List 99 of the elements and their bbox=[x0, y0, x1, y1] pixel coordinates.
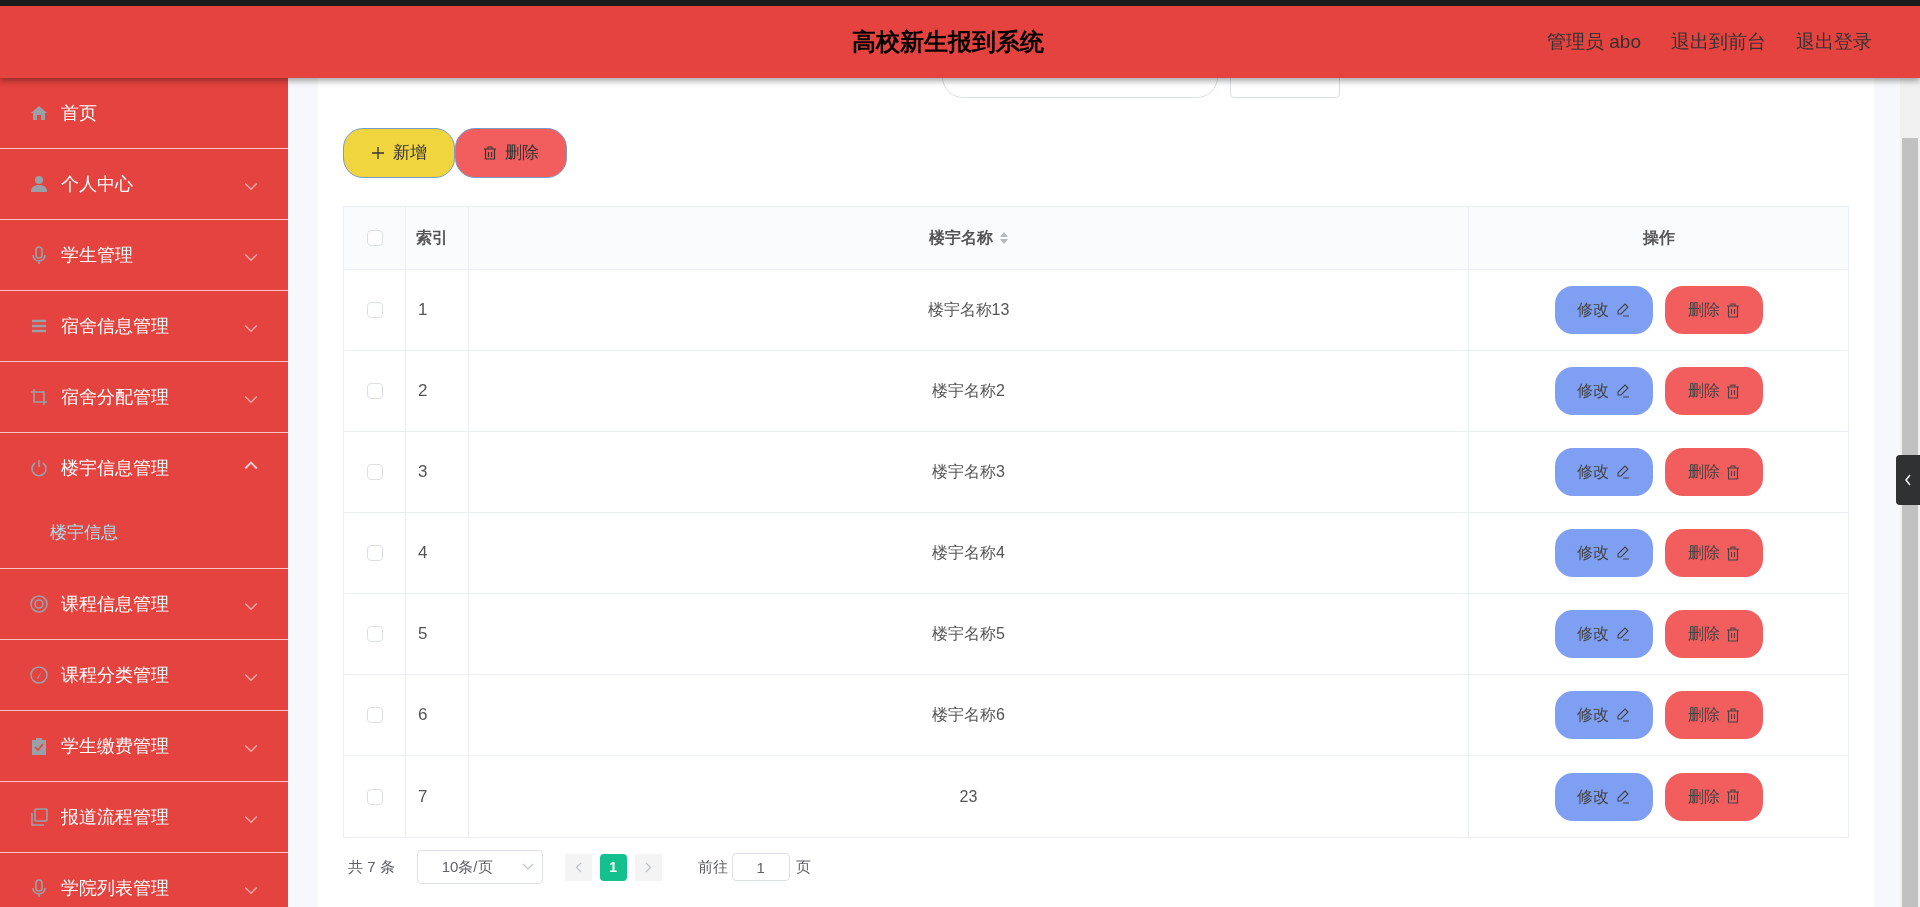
plus-icon bbox=[371, 146, 385, 160]
trash-icon bbox=[1725, 707, 1740, 723]
prev-page-button[interactable] bbox=[564, 853, 592, 881]
header-link[interactable]: 退出登录 bbox=[1796, 27, 1872, 57]
menu-item[interactable]: 宿舍信息管理 bbox=[0, 291, 288, 361]
table-cell-text: 7 bbox=[418, 785, 428, 808]
table-cell-text: 6 bbox=[418, 704, 428, 727]
table-cell-text: 2 bbox=[418, 380, 428, 403]
total-count: 共 7 条 bbox=[347, 856, 395, 877]
page-button[interactable]: 1 bbox=[599, 853, 627, 881]
menu-item[interactable]: 学生缴费管理 bbox=[0, 711, 288, 781]
menu-item[interactable]: 楼宇信息管理 bbox=[0, 433, 288, 503]
menu-item[interactable]: 课程分类管理 bbox=[0, 640, 288, 710]
table-cell-text: 楼宇名称13 bbox=[927, 300, 1010, 320]
header-link[interactable]: 管理员 abo bbox=[1547, 27, 1641, 57]
table-cell-text: 楼宇名称6 bbox=[932, 705, 1005, 725]
trash-icon bbox=[483, 146, 497, 160]
delete-button[interactable]: 删除 bbox=[1664, 772, 1763, 821]
delete-button[interactable]: 删除 bbox=[1664, 286, 1763, 334]
pencil-icon bbox=[1614, 788, 1631, 805]
trash-icon bbox=[1725, 545, 1740, 561]
edit-button[interactable]: 修改 bbox=[1554, 691, 1653, 739]
trash-icon bbox=[1725, 383, 1740, 399]
menu-item[interactable]: 课程信息管理 bbox=[0, 569, 288, 639]
delete-button[interactable]: 删除 bbox=[1664, 691, 1763, 739]
page-input[interactable]: 1 bbox=[731, 853, 790, 881]
table-cell-text: 3 bbox=[418, 461, 428, 484]
trash-icon bbox=[1725, 789, 1740, 804]
add-button[interactable]: 新增 bbox=[343, 128, 455, 178]
edit-button[interactable]: 修改 bbox=[1554, 529, 1653, 577]
scrollbar-thumb[interactable] bbox=[1902, 138, 1918, 907]
menu-item[interactable]: 个人中心 bbox=[0, 149, 288, 219]
trash-icon bbox=[1725, 302, 1740, 318]
page-size-select[interactable]: 10条/页 bbox=[416, 850, 543, 884]
home-icon bbox=[30, 104, 48, 122]
collapse-tab[interactable] bbox=[1896, 455, 1920, 505]
table-cell-text: 楼宇名称2 bbox=[932, 381, 1005, 401]
microphone-icon bbox=[30, 879, 48, 897]
checkbox[interactable] bbox=[366, 230, 383, 246]
chevron-down-icon bbox=[521, 863, 534, 871]
column-header[interactable]: 楼宇名称 bbox=[928, 226, 993, 250]
table-cell-text: 楼宇名称4 bbox=[932, 543, 1005, 563]
table-cell-text: 4 bbox=[418, 542, 428, 565]
delete-button[interactable]: 删除 bbox=[455, 128, 567, 178]
menu-item[interactable]: 学生管理 bbox=[0, 220, 288, 290]
checkbox[interactable] bbox=[366, 788, 383, 805]
app-title: 高校新生报到系统 bbox=[850, 27, 1045, 57]
edit-button[interactable]: 修改 bbox=[1554, 367, 1653, 415]
column-header: 操作 bbox=[1642, 228, 1675, 248]
lifebuoy-icon bbox=[30, 595, 48, 613]
header-link[interactable]: 退出到前台 bbox=[1671, 27, 1766, 57]
compass-icon bbox=[30, 666, 48, 684]
edit-button[interactable]: 修改 bbox=[1554, 772, 1653, 821]
checkbox[interactable] bbox=[366, 464, 383, 480]
menu-item[interactable]: 学院列表管理 bbox=[0, 853, 288, 907]
checkbox[interactable] bbox=[366, 302, 383, 318]
checkbox[interactable] bbox=[366, 626, 383, 642]
pencil-icon bbox=[1614, 464, 1631, 480]
pencil-icon bbox=[1614, 383, 1631, 399]
pencil-icon bbox=[1614, 302, 1631, 318]
microphone-icon bbox=[30, 246, 48, 264]
copy-icon bbox=[30, 808, 48, 826]
edit-button[interactable]: 修改 bbox=[1554, 610, 1653, 658]
chevron-left-icon bbox=[1904, 474, 1912, 486]
delete-button[interactable]: 删除 bbox=[1664, 367, 1763, 415]
edit-button[interactable]: 修改 bbox=[1554, 286, 1653, 334]
trash-icon bbox=[1725, 626, 1740, 642]
delete-button[interactable]: 删除 bbox=[1664, 610, 1763, 658]
table-cell-text: 1 bbox=[418, 299, 428, 322]
checkbox[interactable] bbox=[366, 545, 383, 561]
table-cell-text: 5 bbox=[418, 623, 428, 646]
table-cell-text: 23 bbox=[959, 786, 978, 807]
trash-icon bbox=[1725, 464, 1740, 480]
clipboard-icon bbox=[30, 737, 48, 755]
sort-icon bbox=[998, 231, 1009, 245]
delete-button[interactable]: 删除 bbox=[1664, 529, 1763, 577]
chevron-left-icon bbox=[574, 861, 582, 873]
column-header: 索引 bbox=[416, 228, 448, 248]
person-icon bbox=[30, 175, 48, 193]
menu-item[interactable]: 首页 bbox=[0, 78, 288, 148]
power-icon bbox=[30, 459, 48, 477]
page-suffix: 页 bbox=[795, 856, 811, 877]
pencil-icon bbox=[1614, 626, 1631, 642]
table-cell-text: 楼宇名称5 bbox=[932, 624, 1005, 644]
goto-label: 前往 bbox=[697, 856, 728, 877]
checkbox[interactable] bbox=[366, 707, 383, 723]
table-cell-text: 楼宇名称3 bbox=[932, 462, 1005, 482]
pencil-icon bbox=[1614, 545, 1631, 561]
list-icon bbox=[30, 317, 48, 335]
chevron-right-icon bbox=[644, 861, 652, 873]
menu-item[interactable]: 报道流程管理 bbox=[0, 782, 288, 852]
pencil-icon bbox=[1614, 707, 1631, 723]
edit-button[interactable]: 修改 bbox=[1554, 448, 1653, 496]
delete-button[interactable]: 删除 bbox=[1664, 448, 1763, 496]
next-page-button[interactable] bbox=[634, 853, 662, 881]
submenu-item[interactable]: 楼宇信息 bbox=[0, 503, 288, 568]
checkbox[interactable] bbox=[366, 383, 383, 399]
crop-icon bbox=[30, 388, 48, 406]
menu-item[interactable]: 宿舍分配管理 bbox=[0, 362, 288, 432]
